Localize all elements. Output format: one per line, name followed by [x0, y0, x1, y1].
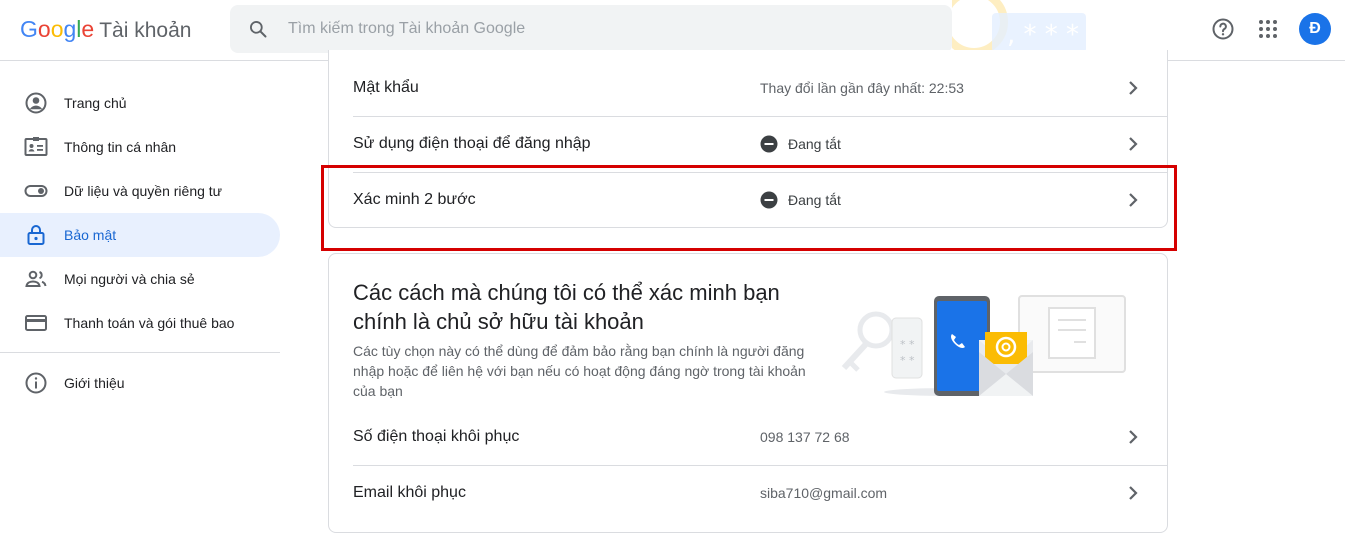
sidebar-nav: Trang chủ Thông tin cá nhân Dữ liệu và q…	[0, 61, 290, 521]
logo-letter: o	[37, 16, 51, 42]
chevron-right-icon	[1129, 137, 1138, 151]
section-description: Các tùy chọn này có thể dùng để đảm bảo …	[353, 343, 806, 399]
sidebar-item-label: Thanh toán và gói thuê bao	[64, 315, 235, 331]
info-icon	[25, 372, 47, 394]
row-value: Thay đổi lần gần đây nhất: 22:53	[760, 80, 964, 96]
sidebar-item-data-privacy[interactable]: Dữ liệu và quyền riêng tư	[0, 169, 280, 213]
row-value: siba710@gmail.com	[760, 485, 888, 501]
recovery-illustration-icon: * * * *	[841, 295, 1126, 396]
account-circle-icon	[25, 92, 47, 114]
sidebar-item-label: Trang chủ	[64, 95, 127, 111]
apps-grid-icon[interactable]	[1256, 17, 1280, 41]
sidebar-item-label: Thông tin cá nhân	[64, 139, 177, 155]
row-password[interactable]: Mật khẩu Thay đổi lần gần đây nhất: 22:5…	[329, 60, 1167, 116]
product-name: Tài khoản	[99, 19, 192, 42]
sidebar-item-personal-info[interactable]: Thông tin cá nhân	[0, 125, 280, 169]
annotation-highlight-box	[321, 165, 1177, 251]
search-input[interactable]	[288, 14, 888, 44]
sidebar-divider	[0, 352, 280, 353]
sidebar-item-security[interactable]: Bảo mật	[0, 213, 280, 257]
google-account-logo[interactable]: G o o g l e Tài khoản	[20, 15, 191, 45]
sidebar-item-label: Giới thiệu	[64, 375, 125, 391]
people-icon	[25, 270, 47, 287]
help-icon[interactable]	[1211, 17, 1235, 41]
row-label: Email khôi phục	[353, 484, 466, 501]
row-label: Số điện thoại khôi phục	[353, 428, 520, 445]
row-label: Sử dụng điện thoại để đăng nhập	[353, 135, 591, 152]
off-status-icon	[760, 135, 778, 153]
row-phone-signin[interactable]: Sử dụng điện thoại để đăng nhập Đang tắt	[329, 116, 1167, 172]
sidebar-item-label: Mọi người và chia sẻ	[64, 271, 195, 287]
row-value: 098 137 72 68	[760, 429, 850, 445]
sidebar-item-label: Bảo mật	[64, 227, 117, 243]
logo-letter: G	[20, 16, 38, 42]
svg-text:* *: * *	[900, 338, 915, 351]
status-text: Đang tắt	[788, 136, 841, 152]
toggle-icon	[24, 185, 48, 197]
search-icon[interactable]	[248, 19, 268, 39]
logo-letter: o	[50, 16, 64, 42]
chevron-right-icon	[1129, 81, 1138, 95]
svg-text:, * * *: , * * *	[1007, 20, 1079, 50]
row-recovery-phone[interactable]: Số điện thoại khôi phục 098 137 72 68	[329, 409, 1167, 465]
logo-letter: e	[81, 16, 95, 42]
chevron-right-icon	[1129, 430, 1138, 444]
svg-text:* *: * *	[900, 354, 915, 367]
sidebar-item-about[interactable]: Giới thiệu	[0, 361, 280, 405]
search-bar[interactable]	[230, 5, 952, 53]
chevron-right-icon	[1129, 486, 1138, 500]
logo-letter: g	[63, 16, 77, 42]
sidebar-item-people-sharing[interactable]: Mọi người và chia sẻ	[0, 257, 280, 301]
row-status: Đang tắt	[760, 116, 841, 172]
avatar[interactable]: Đ	[1299, 13, 1331, 45]
row-recovery-email[interactable]: Email khôi phục siba710@gmail.com	[329, 465, 1167, 521]
section-title: Các cách mà chúng tôi có thể xác minh bạ…	[353, 280, 780, 334]
row-label: Mật khẩu	[353, 79, 419, 96]
sidebar-item-home[interactable]: Trang chủ	[0, 81, 280, 125]
id-card-icon	[24, 137, 48, 156]
lock-icon	[27, 225, 45, 245]
credit-card-icon	[25, 315, 47, 331]
sidebar-item-payments[interactable]: Thanh toán và gói thuê bao	[0, 301, 280, 345]
verify-identity-card: Các cách mà chúng tôi có thể xác minh bạ…	[328, 253, 1168, 533]
sidebar-item-label: Dữ liệu và quyền riêng tư	[64, 183, 223, 199]
